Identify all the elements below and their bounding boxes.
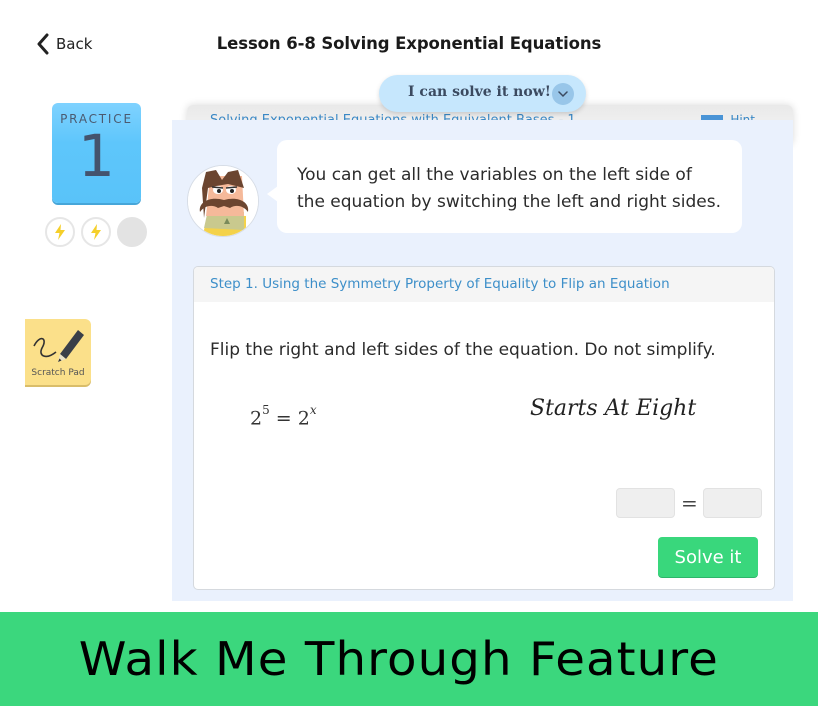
chevron-down-icon[interactable] (552, 83, 574, 105)
walkthrough-panel: You can get all the variables on the lef… (172, 120, 793, 601)
watermark-signature: Starts At Eight (530, 396, 696, 421)
step-card: Step 1. Using the Symmetry Property of E… (193, 266, 775, 590)
progress-badges (45, 217, 147, 247)
lightning-icon (55, 224, 65, 240)
solve-now-label: I can solve it now! (408, 84, 551, 100)
practice-number: 1 (78, 122, 115, 190)
equation-right-base: 2 (297, 407, 310, 430)
lightning-icon (91, 224, 101, 240)
answer-right-input[interactable] (703, 488, 762, 518)
equation-equals: = (275, 407, 292, 430)
scratch-pad-button[interactable]: Scratch Pad (25, 319, 91, 385)
mustache-character-icon (188, 166, 258, 236)
pencil-icon (33, 330, 84, 362)
page-title: Lesson 6-8 Solving Exponential Equations (216, 34, 602, 53)
step-header: Step 1. Using the Symmetry Property of E… (194, 267, 774, 302)
scratch-pad-label: Scratch Pad (31, 368, 85, 378)
answer-left-input[interactable] (616, 488, 675, 518)
tutor-avatar (187, 165, 259, 237)
progress-badge-earned (45, 217, 75, 247)
answer-equals: = (681, 491, 698, 515)
given-equation: 25 = 2x (250, 403, 317, 430)
answer-row: = (616, 488, 762, 518)
solve-now-toggle[interactable]: I can solve it now! (379, 75, 586, 112)
tutor-message: You can get all the variables on the lef… (267, 140, 742, 233)
equation-right-exponent: x (309, 403, 317, 417)
banner-title: Walk Me Through Feature (78, 632, 720, 686)
feature-banner: Walk Me Through Feature (0, 612, 818, 706)
solve-it-button[interactable]: Solve it (658, 537, 758, 577)
progress-badge-empty (117, 217, 147, 247)
progress-badge-earned (81, 217, 111, 247)
practice-tile: PRACTICE 1 (52, 103, 141, 203)
equation-left-exponent: 5 (262, 403, 270, 417)
watermark-text: Starts At Eight (530, 396, 696, 421)
equation-left-base: 2 (250, 407, 263, 430)
step-instruction: Flip the right and left sides of the equ… (210, 340, 716, 360)
